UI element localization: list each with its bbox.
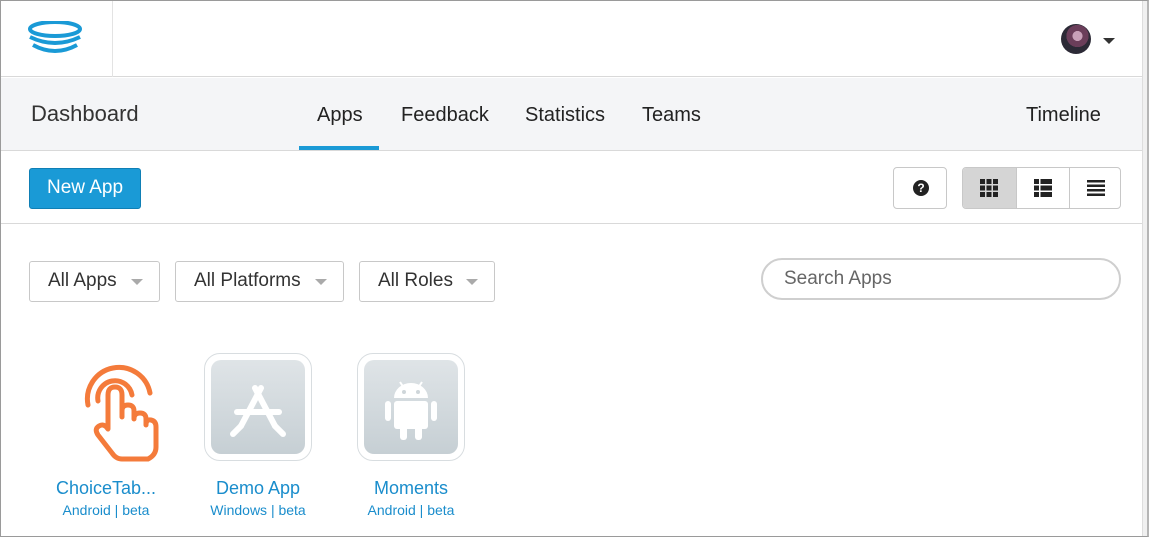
app-store-placeholder-icon: [211, 360, 305, 454]
app-card[interactable]: Moments Android | beta: [336, 351, 486, 518]
compact-list-view-button[interactable]: [1069, 168, 1120, 208]
app-name[interactable]: ChoiceTab...: [31, 478, 181, 499]
page-title[interactable]: Dashboard: [31, 101, 139, 127]
app-icon[interactable]: [204, 351, 312, 461]
active-tab-indicator: [299, 146, 379, 150]
tap-hand-icon: [84, 364, 159, 462]
logo[interactable]: [1, 1, 113, 77]
avatar[interactable]: [1061, 24, 1091, 54]
app-platform-info: Windows | beta: [210, 502, 306, 518]
navigation-bar: Dashboard Apps Feedback Statistics Teams…: [1, 78, 1145, 151]
app-icon[interactable]: [52, 351, 160, 462]
filter-roles-dropdown[interactable]: All Roles: [359, 261, 495, 302]
filter-apps-dropdown[interactable]: All Apps: [29, 261, 160, 302]
list-view-icon: [1034, 179, 1052, 197]
tab-apps[interactable]: Apps: [317, 104, 363, 127]
caret-down-icon: [131, 279, 143, 285]
grid-view-button[interactable]: [963, 168, 1016, 208]
app-name[interactable]: Moments: [336, 478, 486, 499]
app-icon-tile: [204, 353, 312, 461]
app-card[interactable]: ChoiceTab... Android | beta: [31, 351, 181, 518]
top-bar: [1, 1, 1145, 77]
tab-teams[interactable]: Teams: [642, 104, 701, 127]
app-icon[interactable]: [357, 351, 465, 461]
compact-list-view-icon: [1087, 180, 1105, 196]
tab-timeline[interactable]: Timeline: [1026, 104, 1101, 127]
toolbar: New App ?: [1, 152, 1145, 224]
tab-feedback[interactable]: Feedback: [401, 104, 489, 127]
app-window: Dashboard Apps Feedback Statistics Teams…: [0, 0, 1149, 537]
list-view-button[interactable]: [1016, 168, 1069, 208]
chevron-down-icon[interactable]: [1103, 38, 1115, 44]
caret-down-icon: [315, 279, 327, 285]
filter-roles-label: All Roles: [378, 270, 453, 291]
filter-platforms-label: All Platforms: [194, 270, 301, 291]
question-circle-icon: ?: [913, 180, 929, 196]
app-platform-info: Android | beta: [367, 502, 455, 518]
new-app-button[interactable]: New App: [29, 168, 141, 209]
app-card[interactable]: Demo App Windows | beta: [183, 351, 333, 518]
android-placeholder-icon: [364, 360, 458, 454]
filter-apps-label: All Apps: [48, 270, 117, 291]
app-name[interactable]: Demo App: [183, 478, 333, 499]
tab-statistics[interactable]: Statistics: [525, 104, 605, 127]
app-icon-tile: [357, 353, 465, 461]
grid-view-icon: [980, 179, 998, 197]
search-apps-input[interactable]: [761, 258, 1121, 300]
filter-platforms-dropdown[interactable]: All Platforms: [175, 261, 344, 302]
stack-logo-icon: [28, 21, 82, 53]
caret-down-icon: [466, 279, 478, 285]
app-platform-info: Android | beta: [62, 502, 150, 518]
help-button[interactable]: ?: [893, 167, 947, 209]
scrollbar[interactable]: [1142, 1, 1147, 536]
view-toggle-group: [962, 167, 1121, 209]
